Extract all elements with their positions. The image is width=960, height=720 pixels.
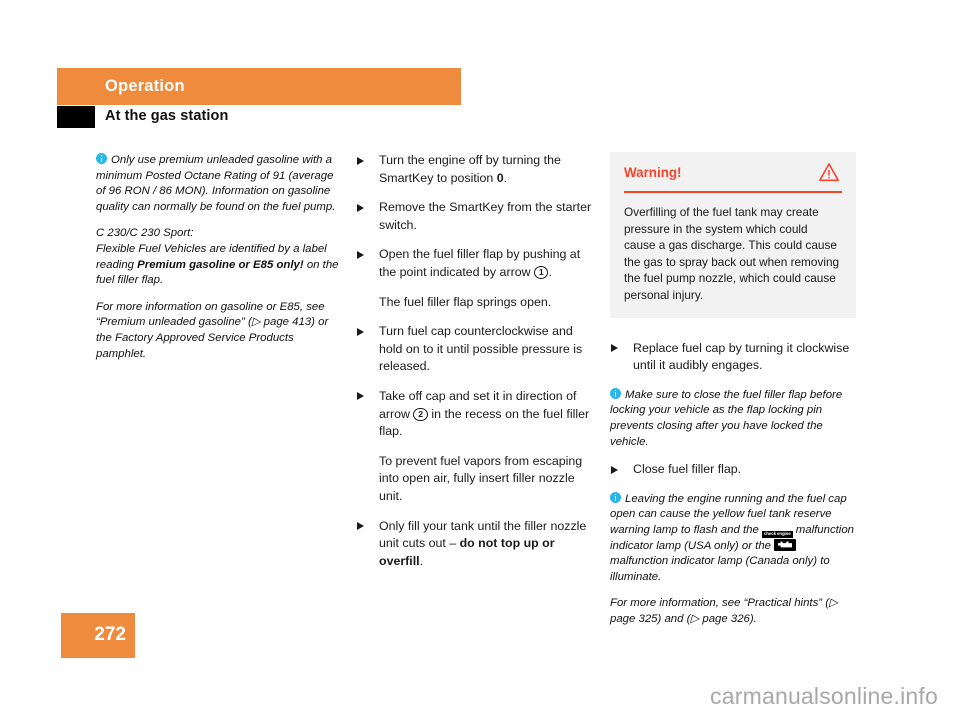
premium-fuel-note-text: Only use premium unleaded gasoline with …: [96, 154, 336, 213]
step-do-not-overfill: Only fill your tank until the filler noz…: [356, 518, 592, 571]
middle-column: Turn the engine off by turning the Smart…: [356, 152, 592, 582]
bullet-triangle-icon: [357, 156, 364, 165]
note-engine-running: Leaving the engine running and the fuel …: [610, 491, 856, 586]
step-remove-smartkey: Remove the SmartKey from the starter swi…: [356, 199, 592, 234]
note-engine-running-part3: malfunction indicator lamp (Canada only)…: [610, 555, 830, 583]
callout-number-1: 1: [533, 265, 549, 280]
step-do-not-overfill-text-after: .: [419, 553, 424, 568]
warning-title: Warning!: [624, 165, 682, 180]
note-close-flap-text: Make sure to close the fuel filler flap …: [610, 388, 843, 448]
premium-fuel-note: Only use premium unleaded gasoline with …: [96, 152, 340, 215]
page-number: 272: [94, 624, 126, 645]
note-prevent-vapors: To prevent fuel vapors from escaping int…: [379, 453, 583, 503]
bullet-triangle-icon: [357, 327, 364, 336]
thumb-index-tab: [57, 106, 95, 128]
flex-fuel-note: C 230/C 230 Sport: Flexible Fuel Vehicle…: [96, 226, 340, 288]
check-engine-telltale-icon: check engine: [761, 530, 793, 538]
result-flap-springs-open: The fuel filler flap springs open.: [379, 294, 552, 309]
more-info-note: For more information on gasoline or E85,…: [96, 300, 329, 360]
right-column: Warning! Overfilling of the fuel tank ma…: [610, 152, 856, 638]
chapter-title: Operation: [105, 77, 185, 95]
step-turn-engine-off-bold: 0: [496, 170, 504, 185]
step-open-filler-flap-text-after: .: [548, 264, 552, 279]
step-replace-fuel-cap-text: Replace fuel cap by turning it clockwise…: [633, 340, 850, 373]
warning-triangle-icon: [818, 162, 840, 187]
bullet-triangle-icon: [357, 203, 364, 212]
step-turn-fuel-cap: Turn fuel cap counterclockwise and hold …: [356, 323, 592, 376]
step-remove-smartkey-text: Remove the SmartKey from the starter swi…: [379, 200, 592, 232]
callout-number-2: 2: [413, 407, 428, 422]
warning-text: Overfilling of the fuel tank may create …: [624, 205, 840, 302]
note-close-flap-before-locking: Make sure to close the fuel filler flap …: [610, 387, 856, 450]
step-close-filler-flap-text: Close fuel filler flap.: [633, 462, 742, 477]
bullet-triangle-icon: [611, 344, 618, 353]
step-open-filler-flap: Open the fuel filler flap by pushing at …: [356, 246, 592, 281]
chapter-header-band: Operation: [57, 68, 461, 105]
note-practical-hints: For more information, see “Practical hin…: [610, 597, 838, 625]
info-icon: [96, 153, 107, 164]
page-number-badge: 272: [61, 613, 135, 658]
info-icon: [610, 387, 621, 399]
step-turn-engine-off-text-before: Turn the engine off by turning the Smart…: [379, 153, 561, 185]
warning-header: Warning!: [624, 162, 842, 193]
flex-fuel-note-bold: Premium gasoline or E85 only!: [137, 258, 304, 271]
info-icon: [610, 491, 621, 503]
page-title: At the gas station: [105, 108, 229, 124]
bullet-triangle-icon: [357, 522, 364, 530]
engine-malfunction-telltale-icon: [774, 539, 797, 551]
bullet-triangle-icon: [611, 465, 618, 474]
watermark: carmanualsonline.info: [710, 683, 938, 709]
step-close-filler-flap: Close fuel filler flap.: [610, 461, 856, 479]
warning-box: Warning! Overfilling of the fuel tank ma…: [610, 152, 856, 318]
flex-fuel-note-heading: C 230/C 230 Sport:: [96, 227, 194, 240]
bullet-triangle-icon: [357, 392, 364, 401]
step-turn-fuel-cap-text: Turn fuel cap counterclockwise and hold …: [379, 324, 583, 374]
step-replace-fuel-cap: Replace fuel cap by turning it clockwise…: [610, 340, 856, 375]
step-take-off-cap: Take off cap and set it in direction of …: [356, 388, 592, 441]
step-turn-engine-off: Turn the engine off by turning the Smart…: [356, 152, 592, 187]
left-column: Only use premium unleaded gasoline with …: [96, 152, 340, 373]
step-turn-engine-off-text-after: .: [503, 170, 508, 185]
bullet-triangle-icon: [357, 250, 364, 259]
